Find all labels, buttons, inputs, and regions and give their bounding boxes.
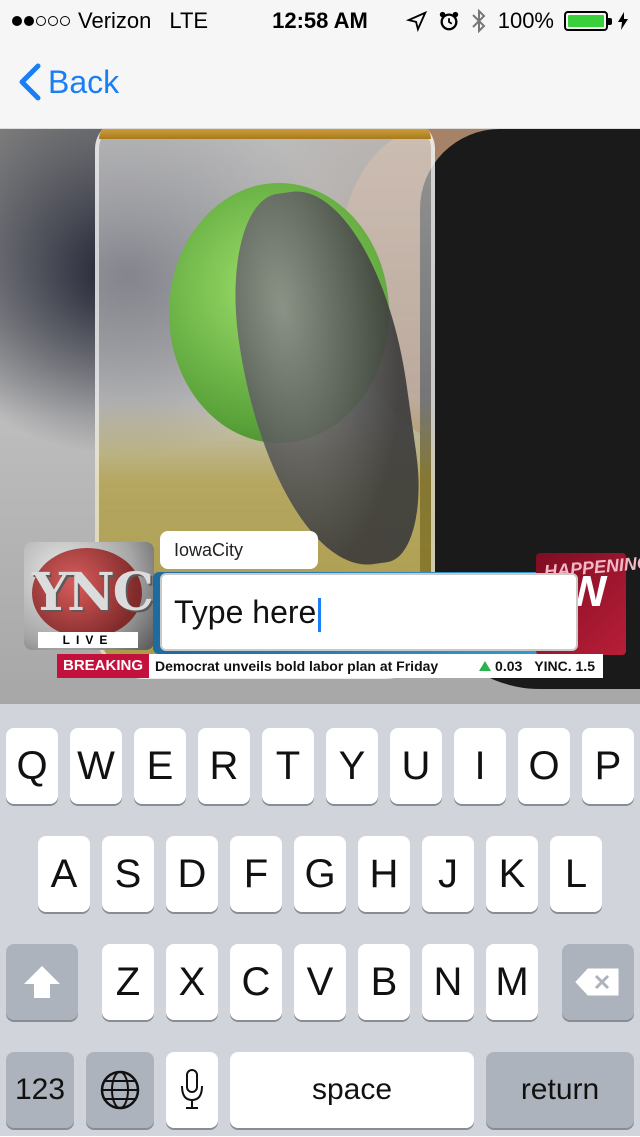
key-y[interactable]: Y: [326, 728, 378, 804]
bluetooth-icon: [472, 8, 486, 34]
back-label: Back: [48, 63, 120, 100]
location-label: IowaCity: [160, 531, 318, 569]
key-z[interactable]: Z: [102, 944, 154, 1020]
caption-placeholder: Type here: [174, 594, 317, 630]
key-r[interactable]: R: [198, 728, 250, 804]
caption-input[interactable]: Type here: [160, 573, 578, 651]
battery-icon: [564, 11, 612, 31]
key-h[interactable]: H: [358, 836, 410, 912]
stock-ticker: YINC. 1.5: [534, 658, 595, 674]
charging-bolt-icon: [618, 12, 628, 30]
delete-key[interactable]: [562, 944, 634, 1020]
chevron-left-icon: [19, 63, 41, 101]
top-bar: Verizon LTE 12:58 AM 100% Back: [0, 0, 640, 129]
key-e[interactable]: E: [134, 728, 186, 804]
ync-logo: YNC LIVE: [24, 542, 154, 650]
key-f[interactable]: F: [230, 836, 282, 912]
breaking-badge: BREAKING: [57, 654, 150, 678]
space-key[interactable]: space: [230, 1052, 474, 1128]
stock-change: 0.03: [495, 658, 523, 674]
microphone-icon: [181, 1069, 203, 1109]
back-button[interactable]: Back: [16, 62, 119, 102]
key-n[interactable]: N: [422, 944, 474, 1020]
keyboard-row-4: 123 space return: [0, 1052, 640, 1132]
text-caret: [318, 597, 322, 632]
backspace-icon: [575, 968, 619, 996]
key-v[interactable]: V: [294, 944, 346, 1020]
news-ticker: BREAKING Democrat unveils bold labor pla…: [57, 654, 603, 678]
keyboard-row-3: ZXCVBNM: [0, 944, 640, 1024]
return-key[interactable]: return: [486, 1052, 634, 1128]
key-b[interactable]: B: [358, 944, 410, 1020]
globe-icon: [100, 1070, 140, 1110]
key-o[interactable]: O: [518, 728, 570, 804]
globe-key[interactable]: [86, 1052, 154, 1128]
keyboard-row-2: ASDFGHJKL: [0, 836, 640, 916]
key-w[interactable]: W: [70, 728, 122, 804]
key-j[interactable]: J: [422, 836, 474, 912]
key-l[interactable]: L: [550, 836, 602, 912]
logo-live-label: LIVE: [38, 632, 138, 648]
key-t[interactable]: T: [262, 728, 314, 804]
key-i[interactable]: I: [454, 728, 506, 804]
key-u[interactable]: U: [390, 728, 442, 804]
battery-percent: 100%: [497, 8, 554, 33]
key-d[interactable]: D: [166, 836, 218, 912]
location-arrow-icon: [405, 10, 427, 32]
key-g[interactable]: G: [294, 836, 346, 912]
key-m[interactable]: M: [486, 944, 538, 1020]
key-p[interactable]: P: [582, 728, 634, 804]
key-c[interactable]: C: [230, 944, 282, 1020]
keyboard-row-1: QWERTYUIOP: [0, 728, 640, 808]
logo-text: YNC: [32, 562, 154, 623]
key-a[interactable]: A: [38, 836, 90, 912]
key-x[interactable]: X: [166, 944, 218, 1020]
status-bar: Verizon LTE 12:58 AM 100%: [0, 0, 640, 40]
numbers-key[interactable]: 123: [6, 1052, 74, 1128]
stock-readout: 0.03 YINC. 1.5: [479, 658, 603, 674]
key-s[interactable]: S: [102, 836, 154, 912]
shift-key[interactable]: [6, 944, 78, 1020]
shift-icon: [24, 966, 60, 998]
key-q[interactable]: Q: [6, 728, 58, 804]
keyboard: QWERTYUIOP ASDFGHJKL ZXCVBNM 123 space r…: [0, 704, 640, 1136]
key-k[interactable]: K: [486, 836, 538, 912]
alarm-clock-icon: [439, 11, 458, 31]
ticker-headline: Democrat unveils bold labor plan at Frid…: [155, 658, 439, 674]
up-arrow-icon: [479, 661, 492, 671]
dictation-key[interactable]: [166, 1052, 218, 1128]
